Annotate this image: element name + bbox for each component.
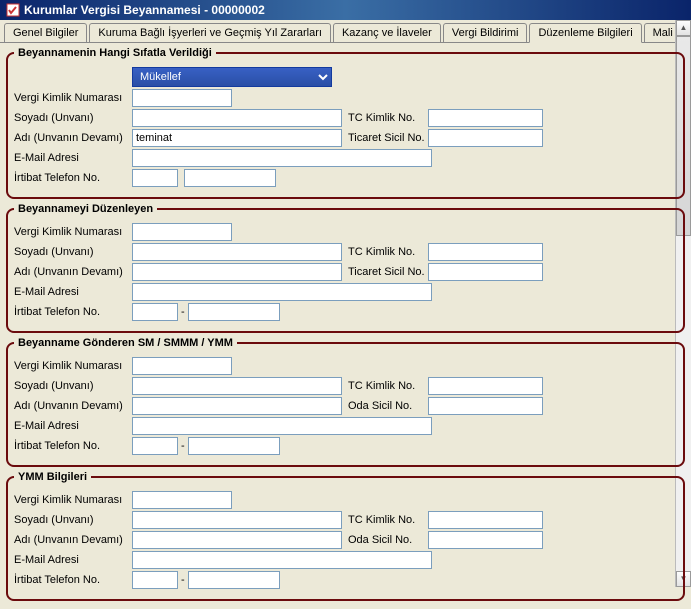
group-ymm-legend: YMM Bilgileri [14, 471, 91, 483]
sifat-email-input[interactable] [132, 149, 432, 167]
content-area: Beyannamenin Hangi Sıfatla Verildiği Mük… [0, 43, 691, 609]
window-title: Kurumlar Vergisi Beyannamesi - 00000002 [24, 3, 265, 17]
gonderen-tel2-input[interactable] [188, 437, 280, 455]
sifat-select[interactable]: Mükellef [132, 67, 332, 87]
ymm-email-input[interactable] [132, 551, 432, 569]
ymm-soyadi-input[interactable] [132, 511, 342, 529]
ymm-vkn-input[interactable] [132, 491, 232, 509]
sifat-adi-input[interactable] [132, 129, 342, 147]
label-soyadi: Soyadı (Unvanı) [14, 112, 132, 124]
sifat-soyadi-input[interactable] [132, 109, 342, 127]
group-ymm: YMM Bilgileri Vergi Kimlik Numarası Soya… [6, 471, 685, 601]
duzenleyen-soyadi-input[interactable] [132, 243, 342, 261]
window-titlebar: Kurumlar Vergisi Beyannamesi - 00000002 [0, 0, 691, 20]
sifat-tckn-input[interactable] [428, 109, 543, 127]
sifat-vkn-input[interactable] [132, 89, 232, 107]
group-sifat-legend: Beyannamenin Hangi Sıfatla Verildiği [14, 47, 216, 59]
tab-kazanc-ilaveler[interactable]: Kazanç ve İlaveler [333, 23, 441, 42]
ymm-osn-input[interactable] [428, 531, 543, 549]
group-duzenleyen: Beyannameyi Düzenleyen Vergi Kimlik Numa… [6, 203, 685, 333]
tab-bar: Genel Bilgiler Kuruma Bağlı İşyerleri ve… [0, 20, 691, 43]
app-icon [6, 3, 20, 17]
gonderen-soyadi-input[interactable] [132, 377, 342, 395]
gonderen-vkn-input[interactable] [132, 357, 232, 375]
duzenleyen-vkn-input[interactable] [132, 223, 232, 241]
label-adi: Adı (Unvanın Devamı) [14, 132, 132, 144]
gonderen-adi-input[interactable] [132, 397, 342, 415]
sifat-tel2-input[interactable] [184, 169, 276, 187]
duzenleyen-tckn-input[interactable] [428, 243, 543, 261]
gonderen-tel1-input[interactable] [132, 437, 178, 455]
group-gonderen-legend: Beyanname Gönderen SM / SMMM / YMM [14, 337, 237, 349]
duzenleyen-tel2-input[interactable] [188, 303, 280, 321]
label-email: E-Mail Adresi [14, 152, 132, 164]
group-gonderen: Beyanname Gönderen SM / SMMM / YMM Vergi… [6, 337, 685, 467]
gonderen-osn-input[interactable] [428, 397, 543, 415]
label-vkn: Vergi Kimlik Numarası [14, 92, 132, 104]
group-sifat: Beyannamenin Hangi Sıfatla Verildiği Mük… [6, 47, 685, 199]
duzenleyen-tsn-input[interactable] [428, 263, 543, 281]
gonderen-tckn-input[interactable] [428, 377, 543, 395]
ymm-tel2-input[interactable] [188, 571, 280, 589]
sifat-tel1-input[interactable] [132, 169, 178, 187]
tab-vergi-bildirimi[interactable]: Vergi Bildirimi [443, 23, 528, 42]
tab-kuruma-bagli[interactable]: Kuruma Bağlı İşyerleri ve Geçmiş Yıl Zar… [89, 23, 331, 42]
group-duzenleyen-legend: Beyannameyi Düzenleyen [14, 203, 157, 215]
label-tsn: Ticaret Sicil No. [348, 132, 428, 144]
gonderen-email-input[interactable] [132, 417, 432, 435]
label-tel: İrtibat Telefon No. [14, 172, 132, 184]
ymm-tel1-input[interactable] [132, 571, 178, 589]
scroll-up-button[interactable]: ▲ [676, 20, 691, 36]
tab-duzenleme-bilgileri[interactable]: Düzenleme Bilgileri [529, 23, 641, 43]
duzenleyen-adi-input[interactable] [132, 263, 342, 281]
ymm-adi-input[interactable] [132, 531, 342, 549]
duzenleyen-tel1-input[interactable] [132, 303, 178, 321]
ymm-tckn-input[interactable] [428, 511, 543, 529]
sifat-tsn-input[interactable] [428, 129, 543, 147]
duzenleyen-email-input[interactable] [132, 283, 432, 301]
label-tckn: TC Kimlik No. [348, 112, 428, 124]
tab-genel-bilgiler[interactable]: Genel Bilgiler [4, 23, 87, 42]
